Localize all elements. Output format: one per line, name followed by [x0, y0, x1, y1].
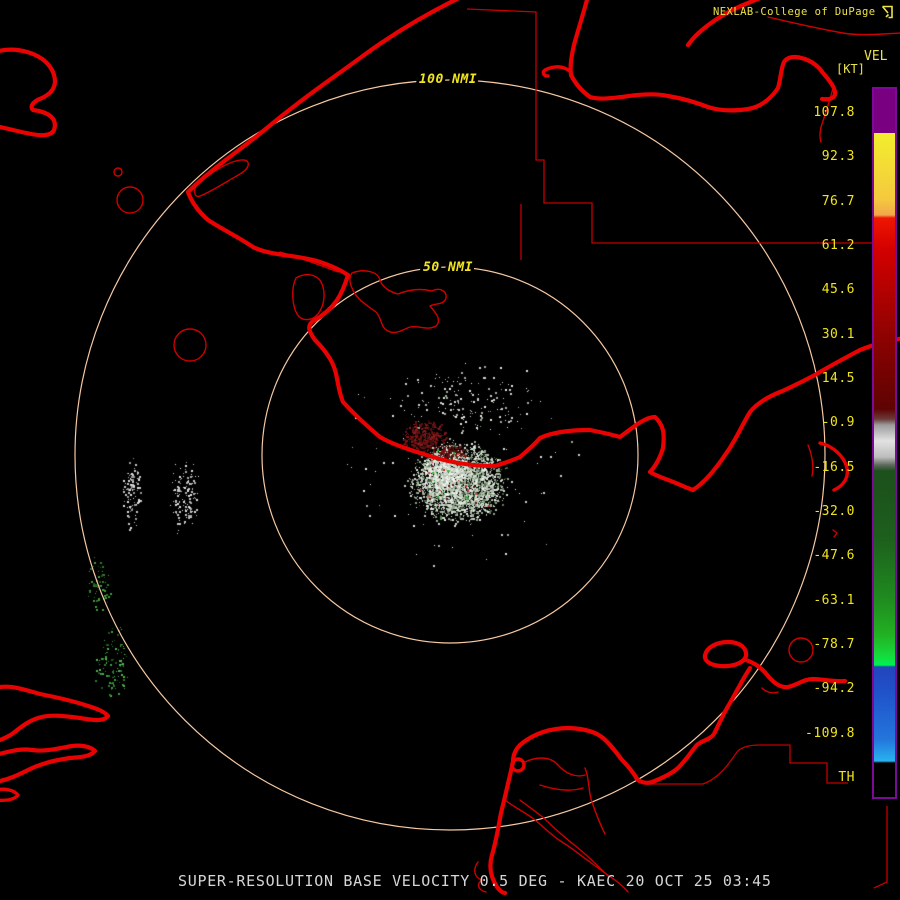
colorbar-tick-label: 30.1 [821, 327, 855, 342]
colorbar-tick-label: 76.7 [821, 194, 855, 209]
velocity-colorbar [872, 87, 897, 799]
colorbar-tick-label: -47.6 [813, 548, 855, 563]
lake-outline [488, 725, 640, 896]
colorbar-tick-label: -63.1 [813, 593, 855, 608]
colorbar-tick-labels: 107.8 92.3 76.7 61.2 45.6 30.1 14.5 -0.9 -16.5 -3… [760, 0, 855, 900]
dupage-logo-icon [881, 5, 893, 19]
coastline-bay-diagonal [634, 665, 753, 785]
colorbar-tick-label: 14.5 [821, 371, 855, 386]
colorbar-tick-label: 45.6 [821, 282, 855, 297]
product-caption: SUPER-RESOLUTION BASE VELOCITY 0.5 DEG -… [178, 872, 772, 890]
colorbar-tick-label: -78.7 [813, 637, 855, 652]
colorbar-tick-label: 107.8 [813, 105, 855, 120]
colorbar-tick-label: -0.9 [821, 415, 855, 430]
colorbar-tick-label: 92.3 [821, 149, 855, 164]
colorbar-tick-label: -94.2 [813, 681, 855, 696]
island-bottom-right [702, 639, 749, 669]
ring-label-50nmi: 50 NMI [423, 260, 473, 275]
coastline-top-left [0, 47, 57, 138]
peninsula-bottom-left [0, 684, 111, 743]
colorbar-tick-label: -16.5 [813, 460, 855, 475]
colorbar-tick-label: 61.2 [821, 238, 855, 253]
field-label: VEL [864, 49, 888, 64]
ring-50nmi [261, 266, 639, 644]
ring-label-100nmi: 100 NMI [419, 72, 477, 87]
radar-display: 100 NMI 50 NMI NEXLAB-College of DuPage … [0, 0, 900, 900]
colorbar-tick-label: -32.0 [813, 504, 855, 519]
colorbar-tick-label: TH [838, 770, 855, 785]
colorbar-tick-label: -109.8 [805, 726, 855, 741]
